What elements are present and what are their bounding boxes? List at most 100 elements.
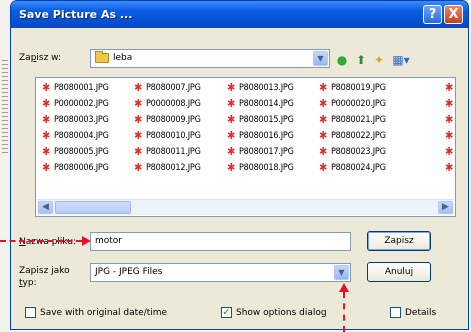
save-in-dropdown[interactable]: leba ▼ — [90, 49, 330, 68]
file-name: P8080024.JPG — [331, 163, 386, 173]
title-bar[interactable]: Save Picture As ... ? X — [11, 1, 468, 28]
file-name: P8080004.JPG — [54, 131, 109, 141]
annotation-arrow-line — [343, 292, 345, 332]
file-name-input[interactable]: motor — [90, 232, 351, 251]
file-name: P8080022.JPG — [331, 131, 386, 141]
file-name: P8080014.JPG — [239, 99, 294, 109]
file-item[interactable]: ✱ P8080005.JPG — [42, 146, 109, 159]
scroll-right-icon[interactable]: ▶ — [438, 201, 453, 214]
image-file-icon: ✱ — [445, 113, 454, 126]
chevron-down-icon[interactable]: ▼ — [313, 51, 328, 66]
file-name: P8080005.JPG — [54, 147, 109, 157]
save-as-type-label: Zapisz jako typ: — [19, 266, 70, 288]
file-item[interactable]: ✱ P8080011.JPG — [134, 146, 201, 159]
image-file-icon: ✱ — [42, 161, 51, 174]
file-item[interactable]: ✱ P8080016.JPG — [227, 130, 294, 143]
folder-icon — [95, 51, 109, 63]
scroll-thumb[interactable] — [55, 201, 131, 214]
image-file-icon: ✱ — [134, 113, 143, 126]
annotation-arrow-line — [0, 240, 82, 242]
file-item[interactable]: ✱ P0000002.JPG — [42, 98, 109, 111]
file-name: P8080003.JPG — [54, 115, 109, 125]
background-panel — [0, 0, 10, 332]
file-item[interactable]: ✱ P8080017.JPG — [227, 146, 294, 159]
image-file-icon: ✱ — [134, 129, 143, 142]
file-item[interactable]: ✱ P8080009.JPG — [134, 114, 201, 127]
image-file-icon: ✱ — [227, 129, 236, 142]
file-name: P8080018.JPG — [239, 163, 294, 173]
image-file-icon: ✱ — [319, 161, 328, 174]
save-picture-dialog: Save Picture As ... ? X Zapisz w: leba ▼… — [10, 0, 469, 330]
annotation-arrow-head — [339, 283, 349, 292]
file-item[interactable]: ✱ P8080001.JPG — [42, 82, 109, 95]
file-name-label: Nazwa pliku: — [19, 237, 77, 247]
file-name: P8080015.JPG — [239, 115, 294, 125]
image-file-icon: ✱ — [134, 81, 143, 94]
checkmark-icon[interactable]: ✓ — [221, 307, 232, 318]
file-item[interactable]: ✱ P8080014.JPG — [227, 98, 294, 111]
file-name: P8080016.JPG — [239, 131, 294, 141]
chevron-down-icon[interactable]: ▼ — [334, 265, 349, 280]
file-item[interactable]: ✱ P8080015.JPG — [227, 114, 294, 127]
file-item[interactable]: ✱ P8080012.JPG — [134, 162, 201, 175]
image-file-icon: ✱ — [227, 161, 236, 174]
close-button[interactable]: X — [444, 5, 463, 24]
file-list[interactable]: ✱ P8080001.JPG ✱ P8080007.JPG ✱ P8080013.JPG ✱… — [35, 77, 456, 217]
annotation-arrow-head — [82, 236, 91, 246]
save-button[interactable]: Zapisz — [367, 231, 431, 251]
show-options-dialog-checkbox[interactable]: ✓ Show options dialog — [221, 307, 327, 318]
image-file-icon: ✱ — [445, 97, 454, 110]
file-item[interactable]: ✱ P8080018.JPG — [227, 162, 294, 175]
file-item[interactable]: ✱ P8080010.JPG — [134, 130, 201, 143]
image-file-icon: ✱ — [445, 161, 454, 174]
file-name: P8080019.JPG — [331, 83, 386, 93]
up-folder-icon[interactable]: ⬆ — [354, 53, 368, 67]
file-name: P8080017.JPG — [239, 147, 294, 157]
image-file-icon: ✱ — [134, 145, 143, 158]
image-file-icon: ✱ — [319, 97, 328, 110]
image-file-icon: ✱ — [445, 129, 454, 142]
file-item[interactable]: ✱ P8080007.JPG — [134, 82, 201, 95]
close-icon: X — [448, 7, 459, 22]
dialog-title: Save Picture As ... — [19, 8, 133, 21]
file-name: P8080013.JPG — [239, 83, 294, 93]
save-as-type-dropdown[interactable]: JPG - JPEG Files ▼ — [90, 263, 351, 282]
save-in-label: Zapisz w: — [19, 53, 62, 63]
image-file-icon: ✱ — [42, 145, 51, 158]
file-item[interactable]: ✱ P0000020.JPG — [319, 98, 386, 111]
save-original-date-checkbox[interactable]: Save with original date/time — [25, 307, 167, 318]
file-item[interactable]: ✱ P8080019.JPG — [319, 82, 386, 95]
file-item[interactable]: ✱ P8080013.JPG — [227, 82, 294, 95]
file-item[interactable]: ✱ P0000008.JPG — [134, 98, 201, 111]
image-file-icon: ✱ — [134, 97, 143, 110]
checkbox-unchecked[interactable] — [25, 307, 36, 318]
file-item[interactable]: ✱ P8080024.JPG — [319, 162, 386, 175]
scroll-left-icon[interactable]: ◀ — [38, 201, 53, 214]
file-name: P8080010.JPG — [146, 131, 201, 141]
file-item[interactable]: ✱ P8080006.JPG — [42, 162, 109, 175]
view-menu-icon[interactable]: ▦▾ — [391, 53, 411, 67]
file-item[interactable]: ✱ P8080021.JPG — [319, 114, 386, 127]
image-file-icon: ✱ — [319, 129, 328, 142]
file-item[interactable]: ✱ P8080003.JPG — [42, 114, 109, 127]
image-file-icon: ✱ — [42, 129, 51, 142]
checkbox-unchecked[interactable] — [390, 307, 401, 318]
back-icon[interactable]: ● — [335, 53, 349, 67]
image-file-icon: ✱ — [227, 81, 236, 94]
file-item[interactable]: ✱ P8080022.JPG — [319, 130, 386, 143]
file-item[interactable]: ✱ P8080004.JPG — [42, 130, 109, 143]
help-button[interactable]: ? — [423, 5, 442, 24]
file-name: P8080009.JPG — [146, 115, 201, 125]
new-folder-icon[interactable]: ✦ — [372, 53, 386, 67]
file-name: P8080007.JPG — [146, 83, 201, 93]
details-checkbox[interactable]: Details — [390, 307, 436, 318]
file-name: P8080006.JPG — [54, 163, 109, 173]
file-name: P0000008.JPG — [146, 99, 201, 109]
image-file-icon: ✱ — [319, 113, 328, 126]
image-file-icon: ✱ — [319, 145, 328, 158]
image-file-icon: ✱ — [227, 97, 236, 110]
image-file-icon: ✱ — [134, 161, 143, 174]
cancel-button[interactable]: Anuluj — [367, 262, 431, 282]
file-item[interactable]: ✱ P8080023.JPG — [319, 146, 386, 159]
horizontal-scrollbar[interactable]: ◀ ▶ — [37, 199, 454, 215]
